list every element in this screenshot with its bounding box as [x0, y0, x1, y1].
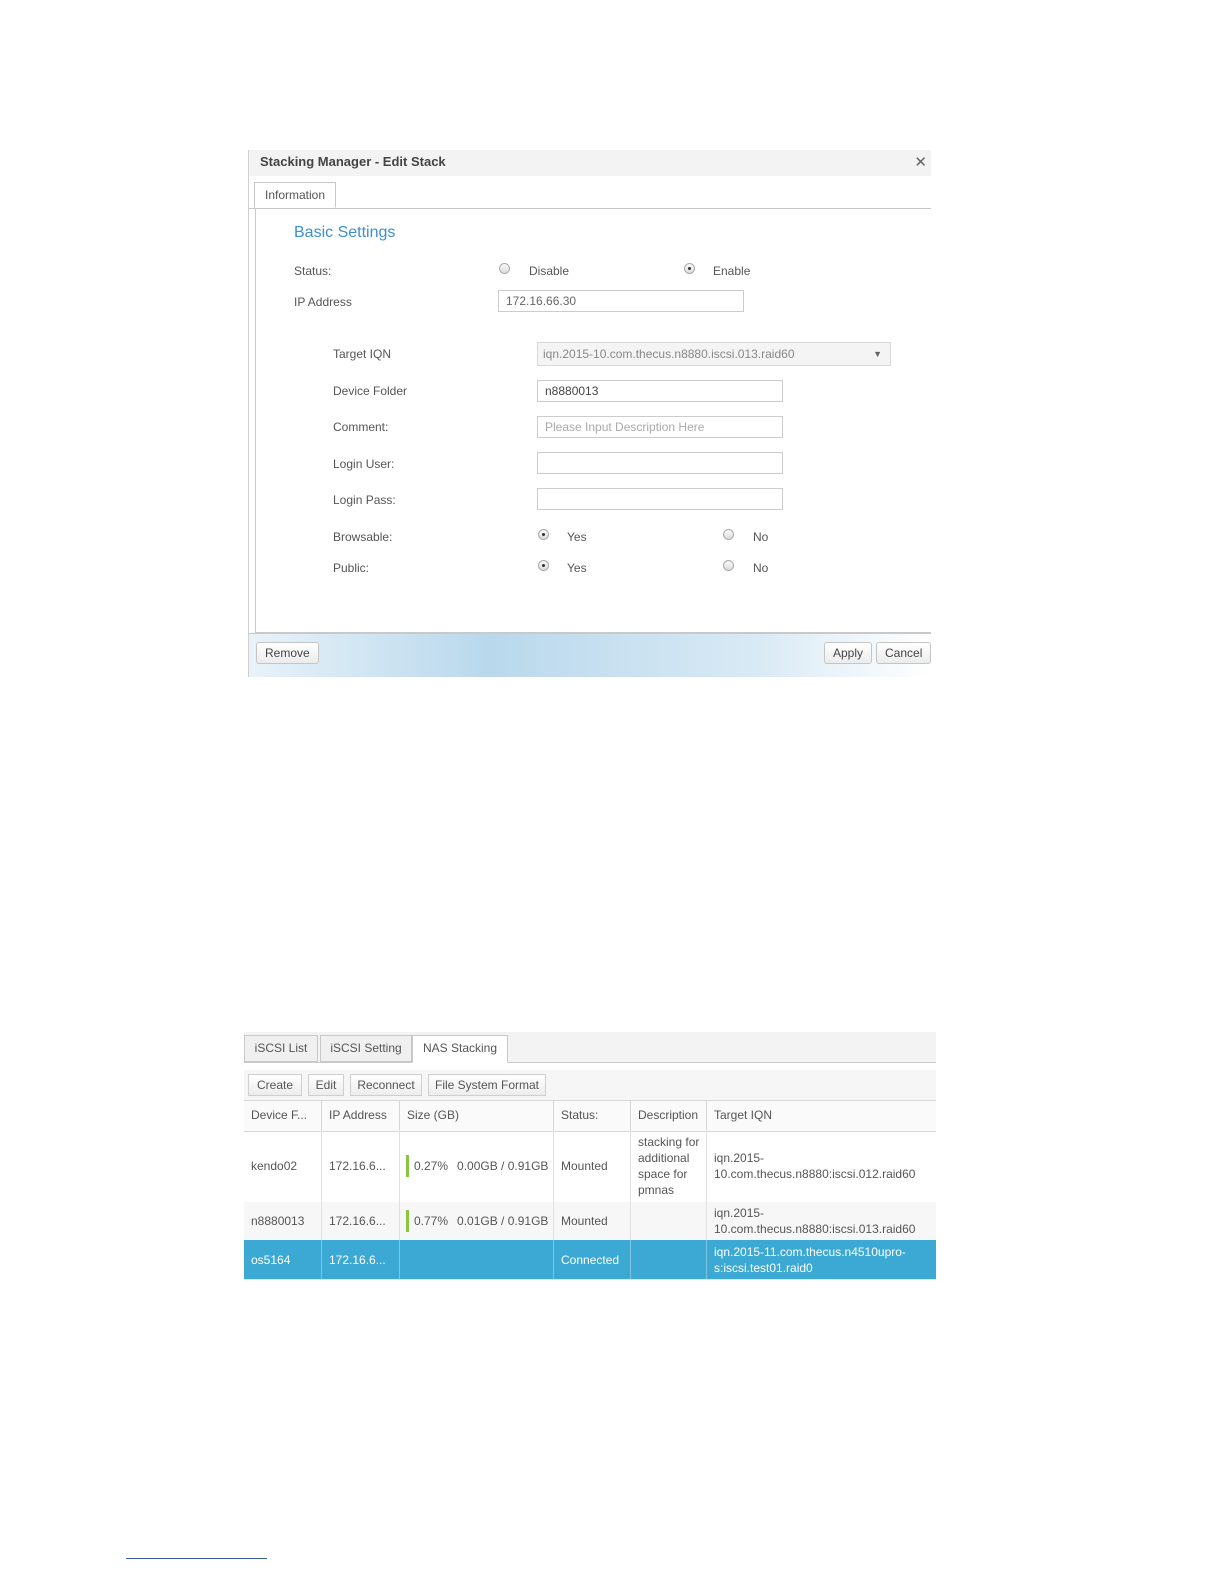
target-iqn-value: iqn.2015-10.com.thecus.n8880.iscsi.013.r… [543, 347, 795, 361]
browsable-no-radio[interactable] [723, 529, 734, 540]
cell-ip: 172.16.6... [322, 1240, 400, 1279]
browsable-label: Browsable: [333, 530, 393, 544]
browsable-no-label: No [753, 530, 769, 544]
usage-percent: 0.77% [414, 1214, 449, 1228]
status-disable-radio[interactable] [499, 263, 510, 274]
remove-button[interactable]: Remove [256, 642, 319, 664]
cell-description: stacking for additional space for pmnas [631, 1130, 707, 1202]
table-row-selected[interactable]: os5164 172.16.6... Connected iqn.2015-11… [244, 1240, 936, 1280]
status-label: Status: [294, 264, 332, 278]
public-yes-radio[interactable] [538, 560, 549, 571]
status-enable-label: Enable [713, 264, 751, 278]
apply-button[interactable]: Apply [824, 642, 873, 664]
column-device-folder[interactable]: Device F... [244, 1101, 322, 1131]
column-ip-address[interactable]: IP Address [322, 1101, 400, 1131]
file-system-format-button[interactable]: File System Format [428, 1074, 546, 1096]
close-icon[interactable]: ✕ [914, 153, 927, 171]
public-no-label: No [753, 561, 769, 575]
login-pass-field[interactable] [537, 488, 783, 510]
cell-ip: 172.16.6... [322, 1202, 400, 1240]
tab-iscsi-list[interactable]: iSCSI List [244, 1035, 318, 1062]
column-target-iqn[interactable]: Target IQN [707, 1101, 936, 1131]
tab-information[interactable]: Information [254, 182, 337, 208]
target-iqn-select[interactable]: iqn.2015-10.com.thecus.n8880.iscsi.013.r… [537, 342, 891, 366]
grid-header: Device F... IP Address Size (GB) Status:… [244, 1100, 936, 1132]
cell-device: kendo02 [244, 1130, 322, 1202]
cell-target-iqn: iqn.2015-11.com.thecus.n4510upro-s:iscsi… [707, 1240, 936, 1279]
dialog-titlebar: Stacking Manager - Edit Stack ✕ [249, 150, 931, 176]
dialog-tabstrip: Information [249, 180, 931, 209]
target-iqn-label: Target IQN [333, 347, 392, 361]
iqn-text: iqn.2015-11.com.thecus.n4510upro-s:iscsi… [714, 1244, 906, 1275]
login-user-field[interactable] [537, 452, 783, 474]
comment-label: Comment: [333, 420, 389, 434]
toolbar: Create Edit Reconnect File System Format [244, 1070, 936, 1100]
cell-description [631, 1240, 707, 1279]
cell-target-iqn: iqn.2015-10.com.thecus.n8880:iscsi.013.r… [707, 1202, 936, 1240]
dialog-title: Stacking Manager - Edit Stack [260, 154, 446, 169]
table-row[interactable]: n8880013 172.16.6... 0.77% 0.01GB / 0.91… [244, 1202, 936, 1241]
cell-device: os5164 [244, 1240, 322, 1279]
edit-stack-dialog: Stacking Manager - Edit Stack ✕ Informat… [248, 150, 932, 677]
chevron-down-icon: ▼ [873, 349, 882, 359]
login-user-label: Login User: [333, 457, 395, 471]
usage-bar [406, 1155, 409, 1177]
panel-tabs: iSCSI List iSCSI Setting NAS Stacking [244, 1032, 936, 1063]
cell-ip: 172.16.6... [322, 1130, 400, 1202]
status-enable-radio[interactable] [684, 263, 695, 274]
cell-description [631, 1202, 707, 1240]
usage-size: 0.00GB / 0.91GB [457, 1159, 549, 1173]
section-title: Basic Settings [294, 224, 396, 241]
tab-nas-stacking[interactable]: NAS Stacking [412, 1035, 508, 1063]
edit-button[interactable]: Edit [308, 1074, 344, 1096]
column-description[interactable]: Description [631, 1101, 707, 1131]
cell-size: 0.77% 0.01GB / 0.91GB [400, 1202, 554, 1240]
status-disable-label: Disable [529, 264, 570, 278]
iqn-text: iqn.2015-10.com.thecus.n8880:iscsi.013.r… [714, 1206, 916, 1236]
browsable-yes-radio[interactable] [538, 529, 549, 540]
ip-address-label: IP Address [294, 295, 352, 309]
cell-status: Mounted [554, 1202, 631, 1240]
cell-device: n8880013 [244, 1202, 322, 1240]
ip-address-field[interactable]: 172.16.66.30 [498, 290, 744, 312]
column-size[interactable]: Size (GB) [400, 1101, 554, 1131]
device-folder-field[interactable]: n8880013 [537, 380, 783, 402]
browsable-yes-label: Yes [567, 530, 587, 544]
iqn-text: iqn.2015-10.com.thecus.n8880:iscsi.012.r… [714, 1151, 916, 1181]
cell-status: Mounted [554, 1130, 631, 1202]
cell-size: 0.27% 0.00GB / 0.91GB [400, 1130, 554, 1202]
cell-target-iqn: iqn.2015-10.com.thecus.n8880:iscsi.012.r… [707, 1130, 936, 1202]
login-pass-label: Login Pass: [333, 493, 396, 507]
public-yes-label: Yes [567, 561, 587, 575]
public-no-radio[interactable] [723, 560, 734, 571]
usage-percent: 0.27% [414, 1159, 449, 1173]
nas-stacking-panel: iSCSI List iSCSI Setting NAS Stacking Cr… [244, 1032, 936, 1288]
create-button[interactable]: Create [248, 1074, 302, 1096]
dialog-footer: Remove Apply Cancel [249, 633, 932, 677]
reconnect-button[interactable]: Reconnect [350, 1074, 422, 1096]
cell-size [400, 1240, 554, 1279]
column-status[interactable]: Status: [554, 1101, 631, 1131]
table-row[interactable]: kendo02 172.16.6... 0.27% 0.00GB / 0.91G… [244, 1130, 936, 1203]
tab-iscsi-setting[interactable]: iSCSI Setting [320, 1035, 412, 1062]
cancel-button[interactable]: Cancel [876, 642, 932, 664]
comment-field[interactable]: Please Input Description Here [537, 416, 783, 438]
footnote-rule [126, 1558, 267, 1559]
cell-status: Connected [554, 1240, 631, 1279]
usage-size: 0.01GB / 0.91GB [457, 1214, 549, 1228]
device-folder-label: Device Folder [333, 384, 408, 398]
usage-bar [406, 1210, 409, 1232]
public-label: Public: [333, 561, 370, 575]
